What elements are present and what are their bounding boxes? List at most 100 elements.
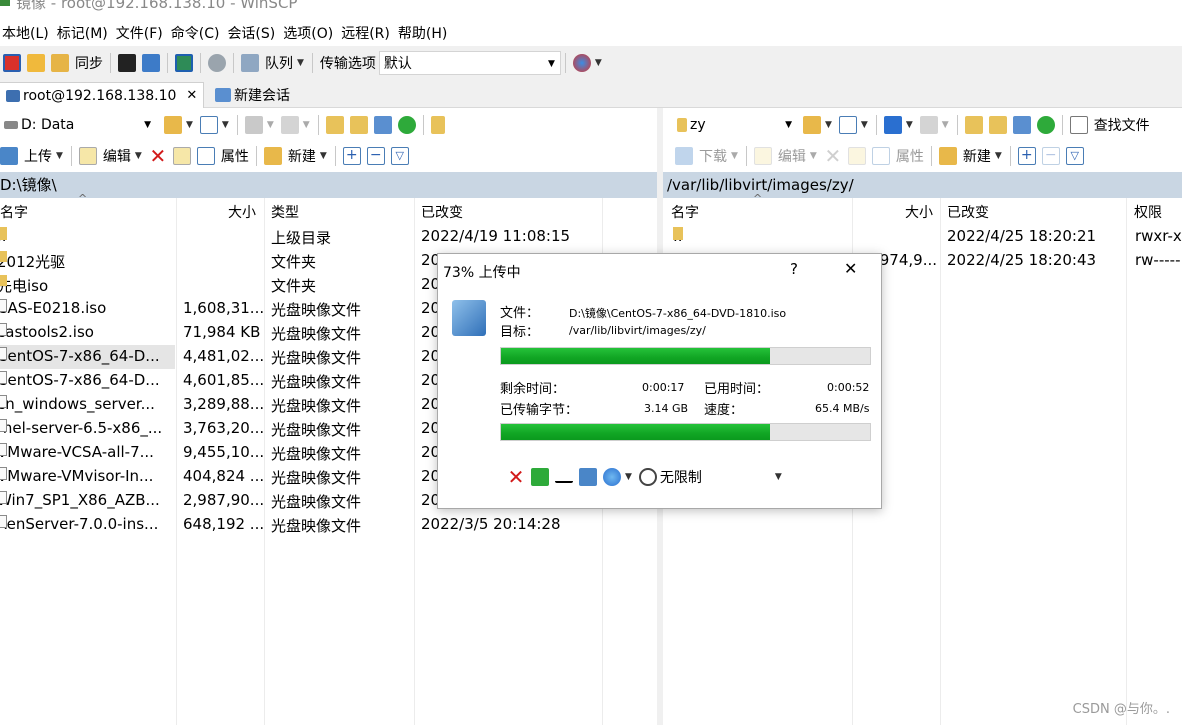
download-icon[interactable] (675, 147, 693, 165)
chevron-down-icon[interactable]: ▼ (942, 120, 949, 130)
column-type[interactable]: 类型 (271, 202, 299, 222)
open-folder-icon[interactable] (164, 116, 182, 134)
edit-button[interactable]: 编辑 (778, 146, 806, 166)
unselect-icon[interactable]: − (1041, 147, 1060, 165)
tab-new-session[interactable]: 新建会话 (208, 82, 304, 108)
chevron-down-icon[interactable]: ▼ (731, 151, 738, 161)
sync-browse-icon[interactable] (27, 54, 45, 72)
terminal-icon[interactable] (118, 54, 136, 72)
chevron-down-icon[interactable]: ▼ (995, 151, 1002, 161)
local-file-row[interactable]: CentOS-7-x86_64-D... 4,481,02... 光盘映像文件 20 (0, 345, 440, 369)
remote-dir-select[interactable]: zy ▼ (673, 113, 797, 137)
cancel-icon[interactable]: ✕ (507, 467, 525, 487)
properties-button[interactable]: 属性 (221, 146, 249, 166)
gear-icon[interactable] (208, 54, 226, 72)
properties-icon[interactable] (871, 147, 890, 165)
edit-icon[interactable] (753, 147, 772, 165)
new-folder-icon[interactable] (938, 147, 957, 165)
local-drive-select[interactable]: D: Data ▼ (0, 113, 156, 137)
parent-dir-icon[interactable] (325, 116, 344, 134)
home-icon[interactable] (373, 116, 392, 134)
remote-file-row[interactable]: .. 2022/4/25 18:20:21 rwxr-x (663, 225, 1182, 249)
chevron-down-icon[interactable]: ▼ (906, 120, 913, 130)
menu-files[interactable]: 文件(F) (114, 23, 169, 43)
menu-mark[interactable]: 标记(M) (55, 23, 114, 43)
column-changed[interactable]: 已改变 (421, 202, 463, 222)
chevron-down-icon[interactable]: ▼ (297, 58, 304, 68)
keep-up-to-date-icon[interactable] (175, 54, 193, 72)
column-size[interactable]: 大小 (228, 202, 256, 222)
chevron-down-icon[interactable]: ▼ (825, 120, 832, 130)
chevron-down-icon[interactable]: ▼ (625, 472, 632, 482)
skip-file-icon[interactable] (531, 468, 549, 486)
parent-dir-icon[interactable] (964, 116, 983, 134)
column-size[interactable]: 大小 (905, 202, 933, 222)
global-sync-icon[interactable] (572, 54, 591, 72)
find-files-button[interactable]: 查找文件 (1094, 115, 1150, 135)
queue-icon[interactable] (241, 54, 259, 72)
delete-icon[interactable]: ✕ (149, 146, 167, 166)
properties-button[interactable]: 属性 (896, 146, 924, 166)
root-dir-icon[interactable] (349, 116, 368, 134)
new-button[interactable]: 新建 (288, 146, 316, 166)
menu-remote[interactable]: 远程(R) (339, 23, 396, 43)
transfer-preset-select[interactable]: 默认 ▼ (378, 51, 561, 75)
menu-commands[interactable]: 命令(C) (169, 23, 226, 43)
column-changed[interactable]: 已改变 (947, 202, 989, 222)
delete-icon[interactable]: ✕ (824, 146, 842, 166)
putty-icon[interactable] (142, 54, 160, 72)
menu-local[interactable]: 本地(L) (0, 23, 55, 43)
root-dir-icon[interactable] (988, 116, 1007, 134)
close-button[interactable]: ✕ (844, 259, 857, 278)
new-button[interactable]: 新建 (963, 146, 991, 166)
on-completion-icon[interactable] (603, 468, 621, 486)
tab-session-root[interactable]: root@192.168.138.10 ✕ (0, 82, 204, 108)
upload-button[interactable]: 上传 (24, 146, 52, 166)
back-icon[interactable] (883, 116, 902, 134)
sync-icon[interactable] (51, 54, 69, 72)
filter-icon[interactable] (199, 116, 218, 134)
select-icon[interactable]: + (1017, 147, 1036, 165)
back-icon[interactable] (244, 116, 263, 134)
help-button[interactable]: ? (790, 260, 798, 278)
local-file-row[interactable]: XenServer-7.0.0-ins... 648,192 ... 光盘映像文件 2… (0, 513, 657, 537)
download-button[interactable]: 下载 (699, 146, 727, 166)
refresh-icon[interactable] (1036, 116, 1055, 134)
forward-icon[interactable] (919, 116, 938, 134)
filter-select-icon[interactable]: ▽ (390, 147, 409, 165)
chevron-down-icon[interactable]: ▼ (810, 151, 817, 161)
menu-help[interactable]: 帮助(H) (396, 23, 453, 43)
local-file-row[interactable]: .. 上级目录 2022/4/19 11:08:15 (0, 225, 657, 249)
close-tab-icon[interactable]: ✕ (186, 88, 197, 103)
chevron-down-icon[interactable]: ▼ (775, 472, 782, 482)
forward-icon[interactable] (280, 116, 299, 134)
home-icon[interactable] (1012, 116, 1031, 134)
refresh-icon[interactable] (397, 116, 416, 134)
upload-icon[interactable] (0, 147, 18, 165)
minimize-icon[interactable] (555, 471, 573, 483)
unselect-icon[interactable]: − (366, 147, 385, 165)
select-icon[interactable]: + (342, 147, 361, 165)
sync-button[interactable]: 同步 (75, 53, 103, 73)
chevron-down-icon[interactable]: ▼ (320, 151, 327, 161)
chevron-down-icon[interactable]: ▼ (56, 151, 63, 161)
chevron-down-icon[interactable]: ▼ (267, 120, 274, 130)
speed-limit-value[interactable]: 无限制 (660, 467, 702, 487)
filter-select-icon[interactable]: ▽ (1065, 147, 1084, 165)
rename-icon[interactable] (172, 147, 191, 165)
properties-icon[interactable] (196, 147, 215, 165)
column-name[interactable]: 名字 (0, 202, 28, 222)
chevron-down-icon[interactable]: ▼ (861, 120, 868, 130)
move-to-queue-icon[interactable] (579, 468, 597, 486)
rename-icon[interactable] (847, 147, 866, 165)
column-name[interactable]: 名字 (671, 202, 699, 222)
chevron-down-icon[interactable]: ▼ (135, 151, 142, 161)
menu-session[interactable]: 会话(S) (225, 23, 281, 43)
queue-button[interactable]: 队列 (265, 53, 293, 73)
filter-icon[interactable] (838, 116, 857, 134)
open-folder-icon[interactable] (803, 116, 821, 134)
column-rights[interactable]: 权限 (1134, 202, 1162, 222)
new-folder-icon[interactable] (263, 147, 282, 165)
tree-icon[interactable] (430, 116, 445, 134)
edit-button[interactable]: 编辑 (103, 146, 131, 166)
